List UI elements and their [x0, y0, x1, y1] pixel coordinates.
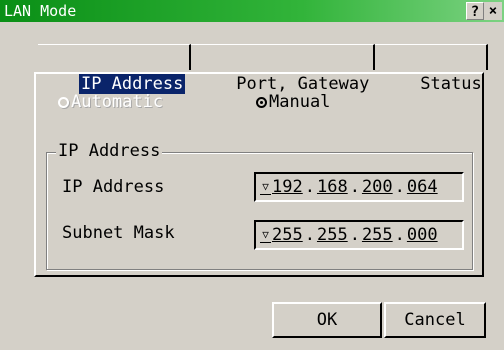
- close-button[interactable]: ×: [484, 2, 502, 20]
- automatic-radio[interactable]: Automatic: [58, 92, 163, 112]
- radio-unchecked-icon: [58, 96, 69, 108]
- tab-strip: IP Address Port, Gateway Status: [38, 44, 488, 94]
- subnet-mask-label: Subnet Mask: [62, 223, 175, 243]
- title-bar: LAN Mode ? ×: [0, 0, 504, 22]
- ip-octet-2[interactable]: 168: [317, 174, 348, 200]
- dropdown-arrow-icon[interactable]: ▽: [260, 180, 271, 195]
- tab-port-gateway[interactable]: Port, Gateway: [191, 44, 376, 94]
- ip-octet-4[interactable]: 064: [407, 174, 438, 200]
- subnet-octet-4[interactable]: 000: [407, 222, 438, 248]
- dropdown-arrow-icon[interactable]: ▽: [260, 228, 271, 243]
- subnet-octet-2[interactable]: 255: [317, 222, 348, 248]
- ip-octet-3[interactable]: 200: [362, 174, 393, 200]
- ip-address-field[interactable]: ▽ 192. 168. 200. 064: [254, 172, 464, 202]
- cancel-button[interactable]: Cancel: [384, 302, 486, 338]
- ip-address-label: IP Address: [62, 177, 165, 197]
- subnet-octet-1[interactable]: 255: [272, 222, 303, 248]
- ip-address-group: [46, 152, 473, 270]
- radio-checked-icon: [256, 96, 267, 108]
- tab-status[interactable]: Status: [375, 44, 488, 94]
- manual-label: Manual: [269, 92, 331, 112]
- subnet-octet-3[interactable]: 255: [362, 222, 393, 248]
- mode-radio-group: Automatic Manual: [58, 92, 458, 116]
- ip-octet-1[interactable]: 192: [272, 174, 303, 200]
- group-title: IP Address: [56, 140, 163, 162]
- subnet-mask-field[interactable]: ▽ 255. 255. 255. 000: [254, 220, 464, 250]
- title-buttons: ? ×: [466, 2, 502, 20]
- manual-radio[interactable]: Manual: [256, 92, 330, 112]
- automatic-label: Automatic: [71, 92, 164, 112]
- tab-ip-address[interactable]: IP Address: [38, 44, 192, 94]
- window-title: LAN Mode: [4, 2, 77, 20]
- ok-button[interactable]: OK: [272, 302, 382, 338]
- help-button[interactable]: ?: [466, 2, 484, 20]
